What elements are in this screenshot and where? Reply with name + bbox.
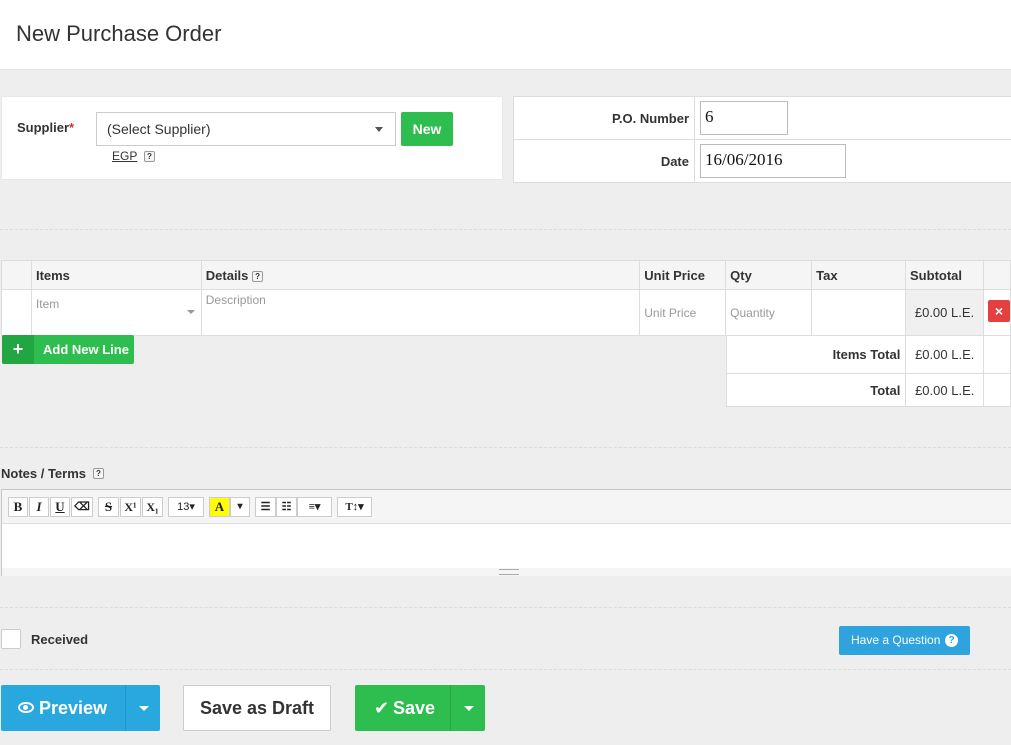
chevron-down-icon [464,706,474,711]
divider [0,447,1011,448]
strikethrough-button[interactable]: S [98,497,119,517]
superscript-button[interactable]: X¹ [120,497,141,517]
currency-link[interactable]: EGP [112,149,137,163]
tax-select[interactable] [811,289,907,336]
resize-handle-icon[interactable] [499,569,519,575]
handle-header [1,260,32,290]
help-icon[interactable]: ? [93,468,104,479]
date-input[interactable]: 16/06/2016 [700,144,846,178]
items-total-label: Items Total [725,335,907,374]
quantity-input[interactable]: Quantity [725,289,813,336]
table-row: Item Description Unit Price Quantity £0.… [1,289,1011,336]
add-new-line-button[interactable]: + Add New Line [2,335,134,364]
po-number-label: P.O. Number [514,97,695,140]
help-icon[interactable]: ? [252,270,264,282]
save-dropdown-toggle[interactable] [450,685,485,731]
bold-button[interactable]: B [8,497,28,517]
page-title: New Purchase Order [16,21,222,46]
have-a-question-button[interactable]: Have a Question ? [839,626,970,655]
notes-editor: B I U ⌫ S X¹ X₁ 13▾ A ▾ ☰ ☷ ≡▾ T↕▾ [1,489,1011,576]
align-select[interactable]: ≡▾ [297,497,332,517]
tax-header: Tax [811,260,907,290]
eraser-icon[interactable]: ⌫ [71,497,93,517]
items-header: Items [30,260,202,290]
unit-price-header: Unit Price [639,260,727,290]
bullet-list-icon[interactable]: ☰ [255,497,276,517]
notes-label: Notes / Terms [1,466,87,481]
subtotal-header: Subtotal [905,260,984,290]
items-total-row: Items Total £0.00 L.E. [725,335,1011,374]
table-header-row: Items Details ? Unit Price Qty Tax Subto… [1,260,1011,290]
total-row: Total £0.00 L.E. [725,373,1011,407]
totals-table: Items Total £0.00 L.E. Total £0.00 L.E. [725,335,1011,407]
editor-toolbar: B I U ⌫ S X¹ X₁ 13▾ A ▾ ☰ ☷ ≡▾ T↕▾ [2,490,1011,524]
preview-label: Preview [39,698,108,718]
save-button[interactable]: ✔ Save [355,685,485,731]
check-icon: ✔ [374,698,390,718]
preview-dropdown-toggle[interactable] [125,685,160,731]
subscript-button[interactable]: X₁ [142,497,163,517]
numbered-list-icon[interactable]: ☷ [276,497,297,517]
text-color-button[interactable]: A [209,497,230,517]
eye-icon [18,702,34,713]
qty-header: Qty [725,260,813,290]
po-panel: P.O. Number 6 Date 16/06/2016 [513,96,1011,183]
items-table: Items Details ? Unit Price Qty Tax Subto… [1,260,1011,336]
total-label: Total [725,373,907,407]
question-circle-icon: ? [945,634,958,647]
page-header: New Purchase Order [0,0,1011,70]
have-a-question-label: Have a Question [851,633,941,647]
divider [0,669,1011,670]
details-header: Details ? [200,260,641,290]
font-size-select[interactable]: 13▾ [168,497,204,517]
supplier-panel: Supplier* (Select Supplier) New EGP ? [1,96,503,180]
underline-button[interactable]: U [50,497,70,517]
chevron-down-icon [139,706,149,711]
supplier-label: Supplier* [17,120,75,135]
po-number-input[interactable]: 6 [700,101,788,135]
notes-textarea[interactable] [2,524,1011,569]
text-color-caret[interactable]: ▾ [230,497,250,517]
description-input[interactable]: Description [200,289,641,336]
supplier-select[interactable]: (Select Supplier) [96,112,396,146]
required-mark: * [69,120,75,135]
date-row: Date 16/06/2016 [514,140,1011,183]
chevron-down-icon [186,310,195,314]
unit-price-input[interactable]: Unit Price [639,289,727,336]
action-header [982,260,1011,290]
date-label: Date [514,140,695,183]
divider [0,229,1011,230]
divider [0,607,1011,608]
total-value: £0.00 L.E. [905,373,985,407]
received-checkbox[interactable] [1,629,21,649]
supplier-select-value: (Select Supplier) [107,121,211,137]
delete-row-button[interactable]: × [988,300,1010,322]
row-subtotal: £0.00 L.E. [905,289,984,336]
items-total-value: £0.00 L.E. [905,335,985,374]
save-label: Save [393,698,436,718]
plus-icon: + [2,335,34,364]
save-as-draft-button[interactable]: Save as Draft [183,685,331,731]
po-number-row: P.O. Number 6 [514,97,1011,140]
new-supplier-button[interactable]: New [401,112,453,146]
help-icon[interactable]: ? [144,151,155,162]
italic-button[interactable]: I [29,497,49,517]
drag-handle[interactable] [1,289,32,336]
text-style-select[interactable]: T↕▾ [337,497,372,517]
preview-button[interactable]: Preview [1,685,160,731]
add-new-line-label: Add New Line [43,342,129,357]
chevron-down-icon [375,127,383,132]
received-label: Received [31,632,89,647]
item-input[interactable]: Item [30,289,202,336]
